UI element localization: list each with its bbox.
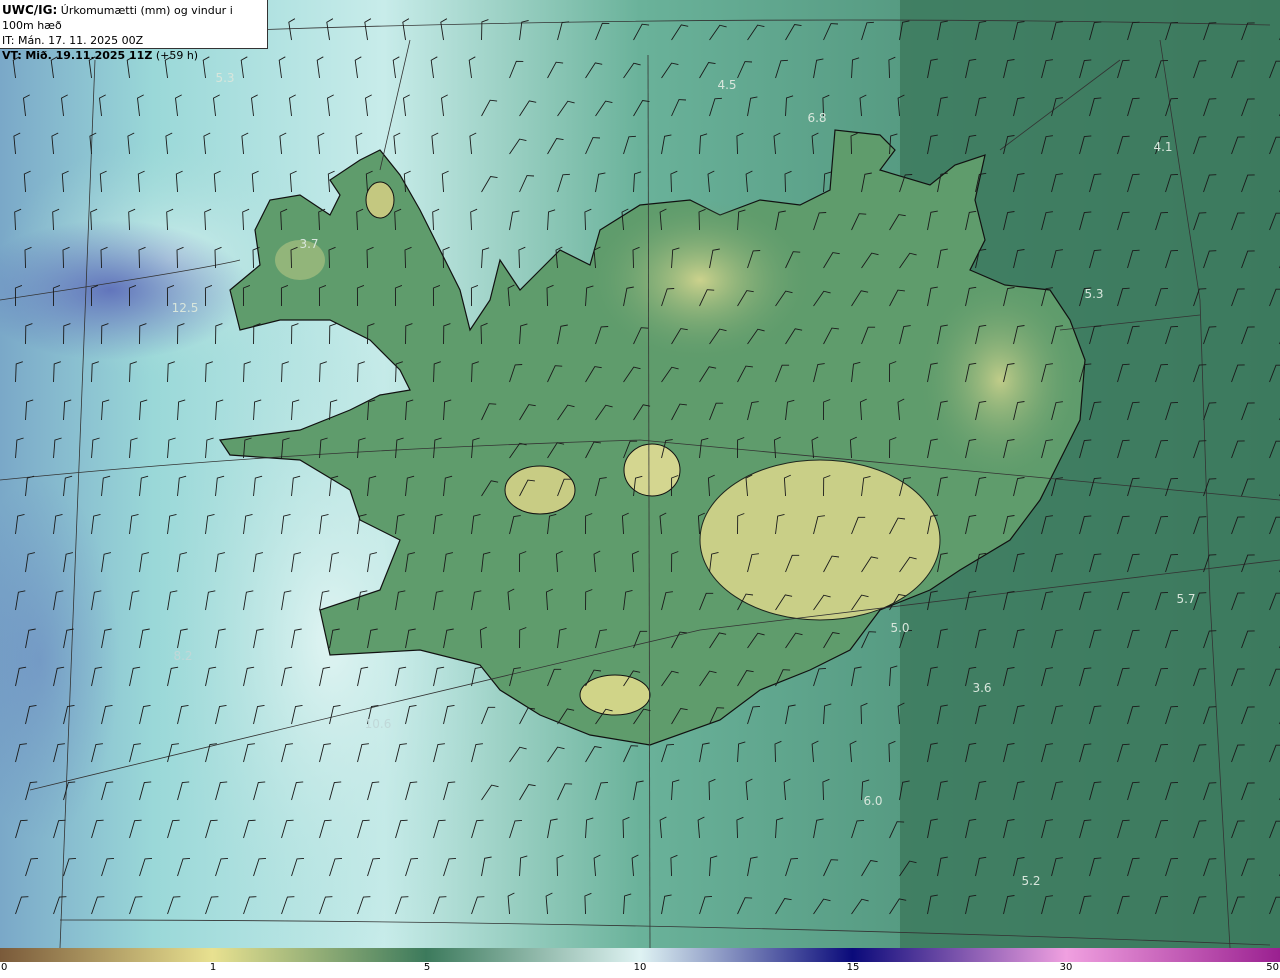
- valid-time-line: VT: Mið. 19.11.2025 11Z (+59 h): [2, 48, 267, 63]
- east-highland: [920, 280, 1080, 480]
- legend-tick-5: 5: [423, 962, 431, 973]
- value-label: 5.0: [890, 621, 909, 635]
- value-label: 3.7: [299, 237, 318, 251]
- value-label: 12.5: [172, 301, 199, 315]
- drangajokull: [365, 181, 395, 219]
- value-label: 6.8: [807, 111, 826, 125]
- value-label: 5.2: [1021, 874, 1040, 888]
- valid-time: Mið. 19.11.2025 11Z: [25, 49, 153, 62]
- langjokull: [504, 465, 576, 515]
- legend-tick-15: 15: [846, 962, 860, 973]
- vatnajokull: [699, 459, 941, 621]
- value-label: 8.2: [173, 649, 192, 663]
- myrdalsjokull: [579, 674, 651, 716]
- legend-tick-30: 30: [1059, 962, 1073, 973]
- initial-time: IT: Mán. 17. 11. 2025 00Z: [2, 34, 144, 47]
- model-label: UWC/IG:: [2, 3, 58, 17]
- title-line: UWC/IG: Úrkomumætti (mm) og vindur i 100…: [2, 3, 267, 33]
- legend-tick-1: 1: [209, 962, 217, 973]
- valid-offset: (+59 h): [155, 49, 199, 62]
- map-canvas: 5.3 4.5 6.8 4.1 3.7 12.5 5.3 5.7 5.0 8.2 3.6 10.6 6.…: [0, 0, 1280, 948]
- value-label: 5.3: [1084, 287, 1103, 301]
- value-label: 5.3: [215, 71, 234, 85]
- value-label: 4.1: [1153, 140, 1172, 154]
- value-label: 5.7: [1176, 592, 1195, 606]
- valid-label: VT:: [2, 49, 22, 62]
- legend-tick-10: 10: [633, 962, 647, 973]
- legend-tick-50: 50: [1266, 962, 1279, 973]
- color-legend: 0 1 5 10 15 30 50: [0, 948, 1280, 978]
- value-label: 3.6: [972, 681, 991, 695]
- legend-tick-0: 0: [1, 962, 8, 973]
- precipitation-map: 5.3 4.5 6.8 4.1 3.7 12.5 5.3 5.7 5.0 8.2 3.6 10.6 6.…: [0, 0, 1280, 948]
- header-box: UWC/IG: Úrkomumætti (mm) og vindur i 100…: [0, 0, 268, 62]
- legend-color-bar: [0, 948, 1280, 962]
- value-label: 4.5: [717, 78, 736, 92]
- value-label: 10.6: [365, 717, 392, 731]
- value-label: 6.0: [863, 794, 882, 808]
